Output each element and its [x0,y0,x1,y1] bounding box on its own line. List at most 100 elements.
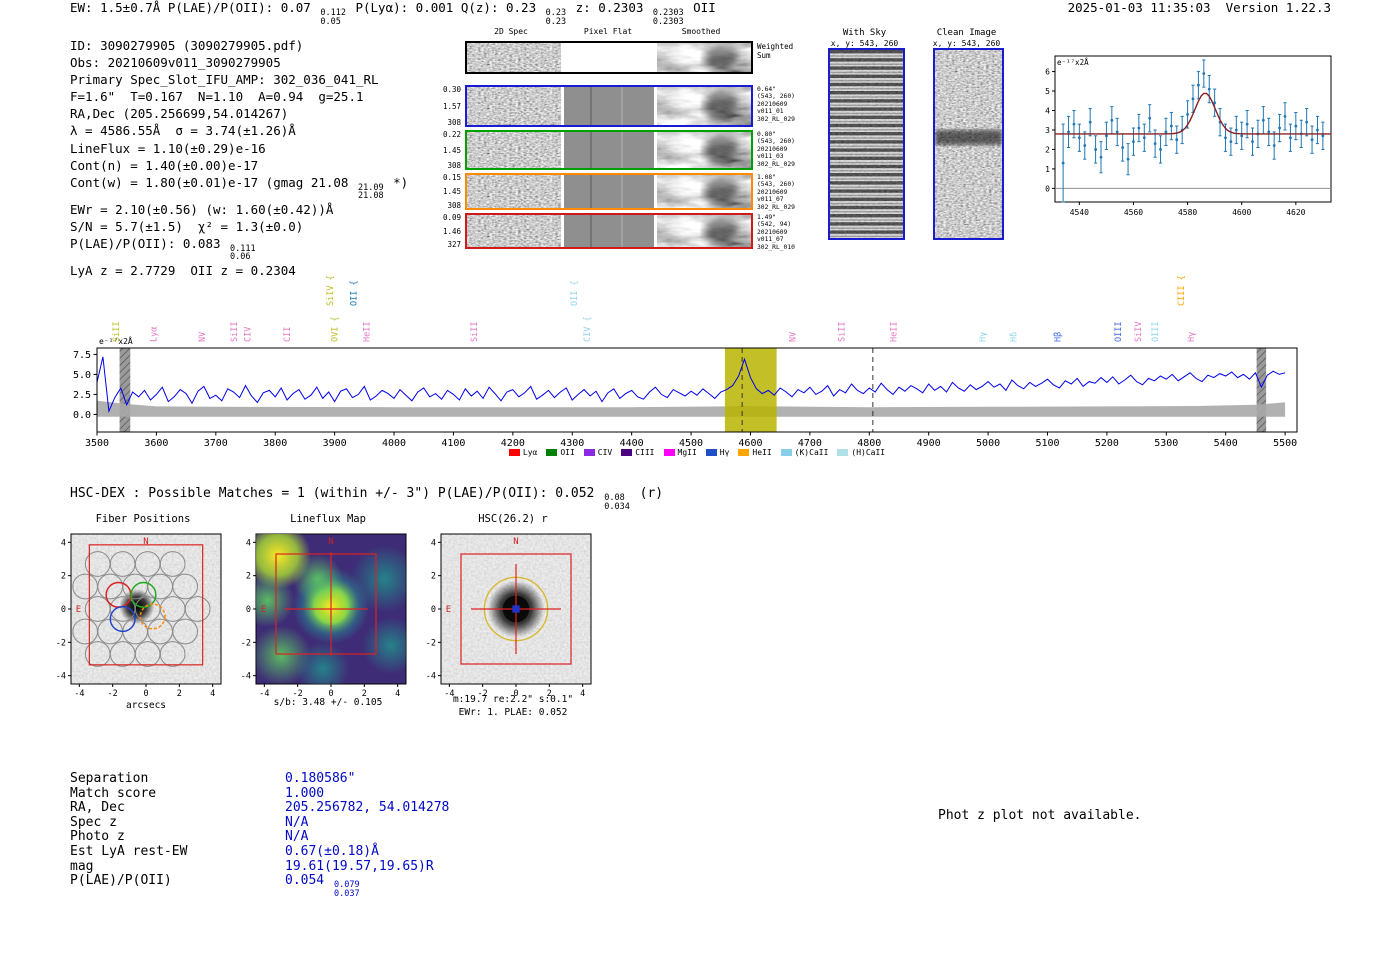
svg-text:4000: 4000 [382,438,406,448]
clean-image [933,48,1004,240]
north-label: N [513,537,518,547]
legend-item: (H)CaII [837,448,885,457]
spectral-line-label: SiII [112,322,122,342]
svg-text:3800: 3800 [263,438,287,448]
hsc-dex-header: HSC-DEX : Possible Matches = 1 (within +… [70,486,663,511]
match-table-row: P(LAE)/P(OII)0.054 0.0790.037 [70,874,449,898]
info-line: Cont(n) = 1.40(±0.00)e-17 [70,157,408,174]
svg-text:-4: -4 [74,689,84,699]
svg-text:3700: 3700 [204,438,228,448]
svg-text:4400: 4400 [620,438,644,448]
stacked-uncertainty: 21.0921.08 [358,184,384,201]
legend-swatch [781,449,792,456]
spectral-line-label: CII [283,327,293,342]
svg-text:5300: 5300 [1154,438,1178,448]
spectral-line-label: HeII [363,322,373,342]
cutout-row [465,173,753,210]
legend-item: HeII [738,448,771,457]
legend-swatch [706,449,717,456]
hsc-image-panel: -4-4-2-2002244NE [420,524,605,720]
phot-z-note: Phot z plot not available. [938,808,1142,823]
spectral-line-label: OII { [350,280,360,306]
elixer-report-page: { "header": { "left": [ {"t":"EW: 1.5±0.… [0,0,1400,953]
svg-text:3900: 3900 [323,438,347,448]
svg-text:0.0: 0.0 [73,410,91,421]
cutout-row [465,41,753,74]
hsc-caption-1: m:19.7 re:2.2" s:0.1" [413,694,613,705]
info-line: F=1.6" T=0.167 N=1.10 A=0.94 g=25.1 [70,88,408,105]
cutout-left-labels: 0.301.57308 [431,85,461,127]
stacked-uncertainty: 0.1120.05 [320,9,346,26]
legend-swatch [584,449,595,456]
legend-swatch [509,449,520,456]
cutout-grid: 2D SpecPixel FlatSmoothedWeighted Sum0.3… [465,27,825,257]
spectral-line-label: NV [789,332,799,342]
legend-label: CIII [635,448,654,457]
spectral-line-label: Hγ [979,332,989,342]
info-line: Primary Spec_Slot_IFU_AMP: 302_036_041_R… [70,71,408,88]
spectral-line-label: HeII [890,322,900,342]
match-field-value: 0.054 0.0790.037 [285,874,362,898]
svg-text:0: 0 [143,689,148,699]
svg-text:2: 2 [431,572,436,582]
svg-text:5400: 5400 [1214,438,1238,448]
sky-panel-coords: x, y: 543, 260 [913,39,1020,48]
spectral-line-label: CIII { [1177,275,1187,306]
legend-item: CIII [621,448,654,457]
match-field-value: N/A [285,830,308,845]
cutout-right-labels: 1.49" (542, 94) 20210609 v011_07 302_RL_… [757,214,795,251]
spectral-line-label: SiIV { [326,275,336,306]
sky-panel-coords: x, y: 543, 260 [808,39,921,48]
svg-text:-4: -4 [56,672,66,682]
match-field-value: 19.61(19.57,19.65)R [285,860,434,875]
lineflux-caption: s/b: 3.48 +/- 0.105 [228,697,428,708]
svg-text:4580: 4580 [1178,208,1197,217]
svg-text:5.0: 5.0 [73,370,91,381]
legend-item: (K)CaII [781,448,829,457]
svg-text:4700: 4700 [798,438,822,448]
header-bar: EW: 1.5±0.7Å P(LAE)/P(OII): 0.07 0.1120.… [0,0,1400,26]
match-field-label: Est LyA rest-EW [70,845,285,860]
svg-text:-2: -2 [426,638,436,648]
info-line: ID: 3090279905 (3090279905.pdf) [70,37,408,54]
legend-label: MgII [678,448,697,457]
match-field-label: Separation [70,772,285,787]
info-line: P(LAE)/P(OII): 0.083 0.1110.06 [70,235,408,262]
report-version: Version 1.22.3 [1226,0,1331,15]
svg-text:5200: 5200 [1095,438,1119,448]
report-datetime: 2025-01-03 11:35:03 [1068,0,1211,15]
hsc-image-svg: -4-4-2-2002244NE [420,524,605,716]
info-line: λ = 4586.55Å σ = 3.74(±1.26)Å [70,122,408,139]
svg-text:4540: 4540 [1070,208,1089,217]
legend-label: CIV [598,448,612,457]
svg-text:-4: -4 [426,672,436,682]
svg-text:4: 4 [246,538,251,548]
north-label: N [143,537,148,547]
spectral-line-label: Lyα [149,327,159,342]
cutout-left-labels: 0.151.45308 [431,173,461,210]
stacked-uncertainty: 0.230.23 [546,9,566,26]
svg-text:4620: 4620 [1286,208,1305,217]
legend-item: Lyα [509,448,537,457]
svg-text:-4: -4 [241,672,251,682]
svg-text:0: 0 [431,605,436,615]
svg-text:4: 4 [61,538,66,548]
sky-panel-title: Clean Image [913,28,1020,38]
svg-text:6: 6 [1045,68,1050,77]
cutout-right-labels: 1.08" (543, 260) 20210609 v011_07 302_RL… [757,174,795,211]
lineflux-map-svg: -4-4-2-2002244NE [235,524,420,716]
detection-info-block: ID: 3090279905 (3090279905.pdf)Obs: 2021… [70,37,408,279]
legend-item: OII [546,448,574,457]
svg-text:arcsecs: arcsecs [126,700,166,711]
with-sky-image [828,48,905,240]
spectral-line-label: SiII [230,322,240,342]
cutout-row [465,213,753,249]
info-line: S/N = 5.7(±1.5) χ² = 1.3(±0.0) [70,218,408,235]
info-line: RA,Dec (205.256699,54.014267) [70,105,408,122]
legend-label: (K)CaII [795,448,829,457]
spectral-line-label: OVI { [331,316,341,342]
cutout-column-header: Pixel Flat [561,27,655,36]
svg-text:4: 4 [431,538,436,548]
spectral-line-label: Hδ [1010,332,1020,342]
spectral-line-label: SiII [470,322,480,342]
